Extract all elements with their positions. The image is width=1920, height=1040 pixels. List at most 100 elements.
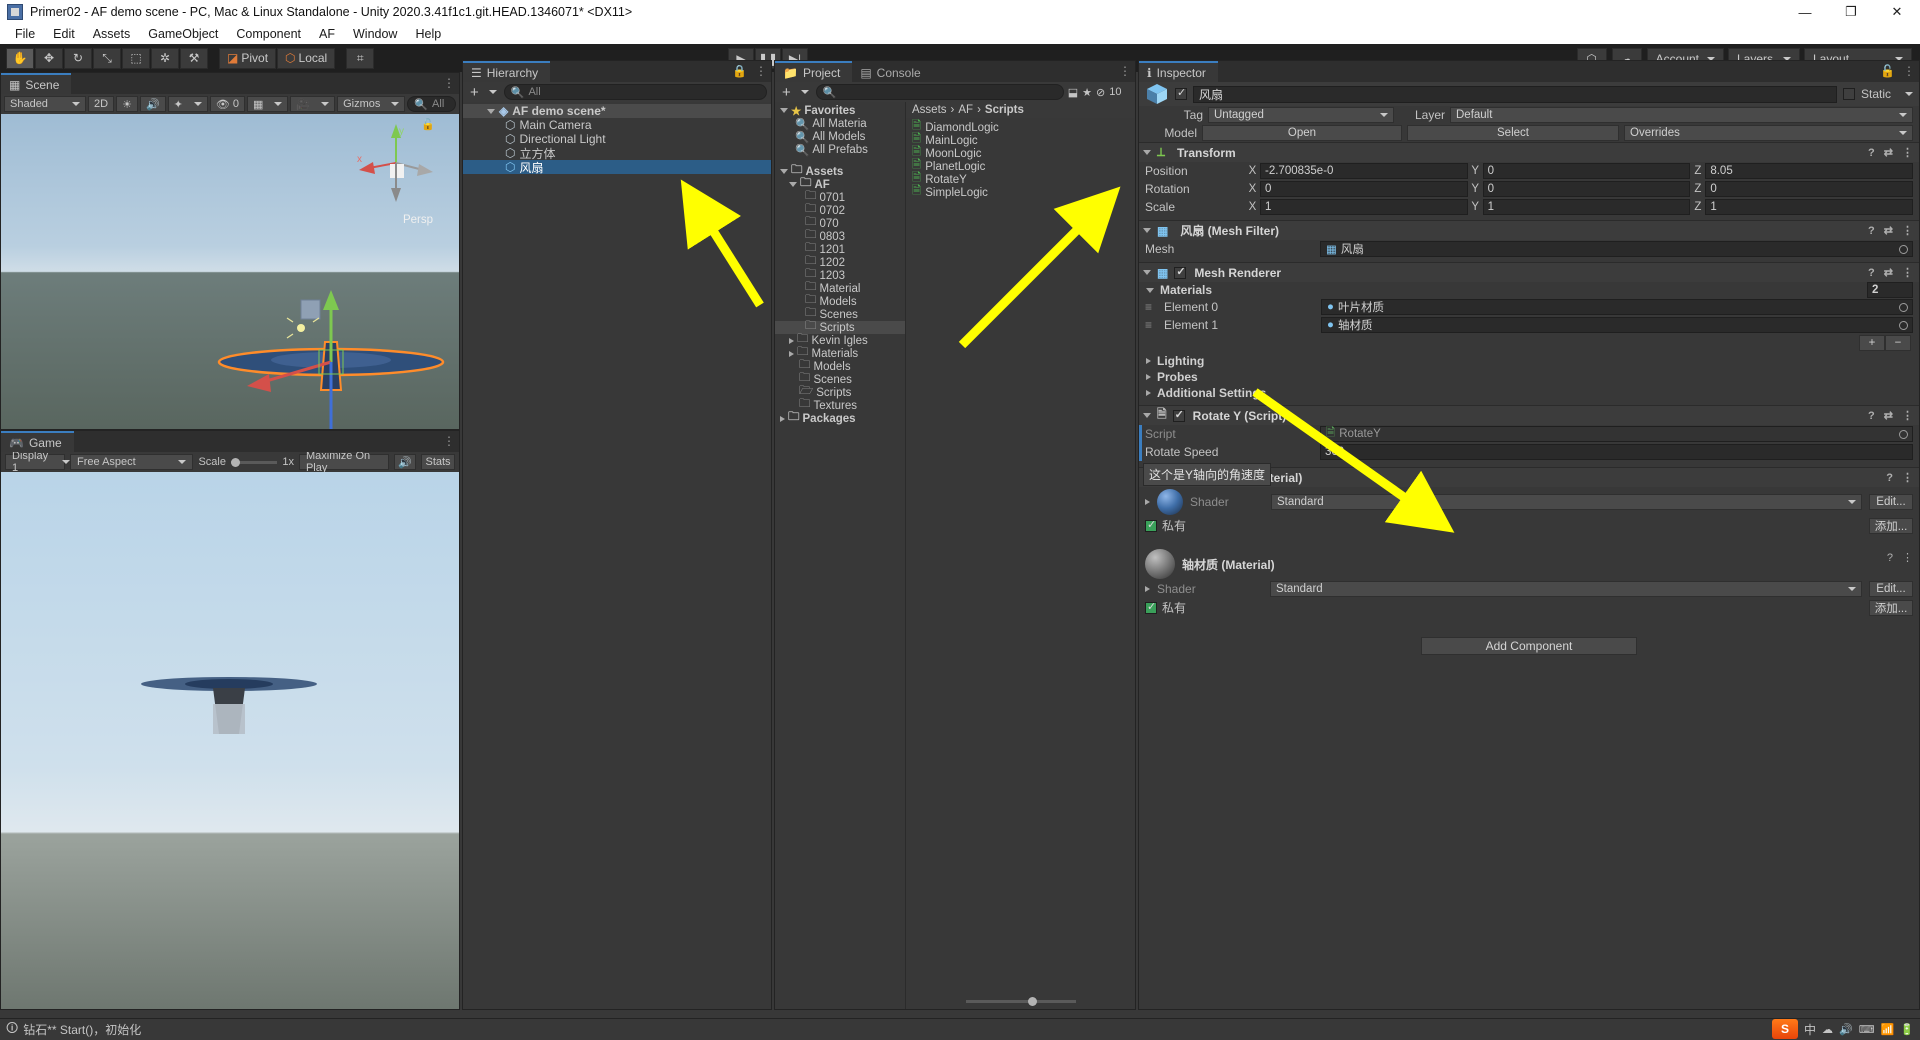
breadcrumb-assets[interactable]: Assets — [912, 104, 947, 116]
chevron-down-icon[interactable] — [789, 182, 797, 187]
scene-audio-icon[interactable]: 🔊 — [139, 96, 166, 112]
package-filter-icon[interactable]: ⊘ — [1096, 86, 1105, 99]
chevron-right-icon[interactable] — [1145, 499, 1150, 505]
project-tree-0701[interactable]: 🗀 0701 — [775, 190, 905, 204]
additional-settings-foldout[interactable]: Additional Settings — [1139, 385, 1919, 401]
tab-game[interactable]: 🎮 Game — [1, 431, 74, 452]
preset-icon[interactable]: ⇄ — [1884, 409, 1893, 422]
maximize-button[interactable]: ❐ — [1828, 0, 1874, 24]
lock-icon[interactable]: 🔓 — [1880, 64, 1895, 78]
tag-dropdown[interactable]: Untagged — [1208, 107, 1394, 123]
mute-audio-icon[interactable]: 🔊 — [394, 454, 417, 470]
grid-snap-icon[interactable]: ⌗ — [346, 47, 375, 69]
display-dropdown[interactable]: Display 1 — [5, 450, 71, 474]
remove-material-button[interactable]: − — [1885, 335, 1911, 351]
kebab-menu-icon[interactable]: ⋮ — [1903, 64, 1915, 78]
kebab-menu-icon[interactable]: ⋮ — [1902, 146, 1913, 159]
menu-item-gameobject[interactable]: GameObject — [139, 24, 227, 44]
element-0-object-field[interactable]: ● 叶片材质 — [1321, 299, 1913, 315]
project-add-button[interactable]: + — [779, 84, 812, 101]
battery-tray-icon[interactable]: 🔋 — [1900, 1023, 1914, 1036]
chevron-down-icon[interactable] — [1146, 287, 1154, 293]
project-tree-assets[interactable]: 🗀 Assets — [775, 164, 905, 178]
rotate-tool-icon[interactable]: ↻ — [64, 47, 92, 69]
aspect-dropdown[interactable]: Free Aspect — [70, 454, 194, 470]
shader-dropdown-0[interactable]: Standard — [1271, 494, 1862, 510]
kebab-menu-icon[interactable]: ⋮ — [443, 434, 455, 448]
project-search-input[interactable]: 🔍 — [815, 84, 1064, 100]
chevron-down-icon[interactable] — [780, 108, 788, 113]
help-icon[interactable]: ? — [1868, 410, 1875, 422]
position-y-input[interactable]: 0 — [1482, 163, 1691, 179]
private-checkbox-1[interactable] — [1145, 600, 1157, 614]
scale-x-input[interactable]: 1 — [1260, 199, 1468, 215]
thumbnail-size-slider-knob[interactable] — [1027, 996, 1037, 1006]
asset-item-simplelogic[interactable]: 🗎 SimpleLogic — [906, 185, 1135, 199]
scene-viewport[interactable]: y x 🔓 Persp — [1, 114, 459, 429]
chevron-right-icon[interactable] — [780, 415, 785, 422]
hierarchy-item-main-camera[interactable]: ⬡ Main Camera — [463, 118, 771, 132]
add-material-button[interactable]: + — [1859, 335, 1885, 351]
chevron-down-icon[interactable] — [1143, 150, 1151, 155]
thumbnail-size-slider[interactable] — [965, 996, 1076, 1006]
filter-by-type-icon[interactable]: ⬓ — [1068, 86, 1078, 99]
preset-icon[interactable]: ⇄ — [1884, 224, 1893, 237]
mesh-object-field[interactable]: ▦ 风扇 — [1320, 241, 1913, 257]
help-icon[interactable]: ? — [1868, 147, 1875, 159]
chevron-down-icon[interactable] — [1905, 92, 1913, 96]
model-open-button[interactable]: Open — [1202, 125, 1402, 141]
cloud-tray-icon[interactable]: ☁ — [1822, 1023, 1833, 1036]
scale-slider-knob[interactable] — [230, 457, 240, 467]
overrides-dropdown[interactable]: Overrides — [1624, 125, 1913, 141]
scene-grid-dropdown[interactable]: ▦ — [246, 96, 289, 112]
kebab-menu-icon[interactable]: ⋮ — [755, 64, 767, 78]
project-asset-list[interactable]: Assets › AF › Scripts 🗎 DiamondLogic 🗎 M… — [905, 102, 1135, 1009]
breadcrumb-af[interactable]: AF — [958, 104, 973, 116]
kebab-menu-icon[interactable]: ⋮ — [1119, 64, 1131, 78]
asset-item-diamondlogic[interactable]: 🗎 DiamondLogic — [906, 120, 1135, 134]
scene-visibility-count[interactable]: 👁 0 — [209, 96, 245, 112]
asset-item-moonlogic[interactable]: 🗎 MoonLogic — [906, 146, 1135, 160]
lock-icon[interactable]: 🔒 — [732, 64, 747, 78]
object-picker-icon[interactable] — [1899, 302, 1908, 312]
menu-item-component[interactable]: Component — [227, 24, 310, 44]
project-tree-packages[interactable]: 🗀 Packages — [775, 411, 905, 425]
kebab-menu-icon[interactable]: ⋮ — [1902, 551, 1913, 564]
shader-edit-button-1[interactable]: Edit... — [1869, 581, 1913, 597]
private-checkbox-0[interactable] — [1145, 518, 1157, 532]
project-tree-materials[interactable]: 🗀 Materials — [775, 346, 905, 360]
scene-search-input[interactable]: 🔍 All — [407, 96, 456, 112]
materials-foldout[interactable]: Materials 2 — [1139, 282, 1919, 298]
component-header-mesh-filter[interactable]: ▦ 风扇 (Mesh Filter) ? ⇄ ⋮ — [1139, 220, 1919, 240]
tab-project[interactable]: 📁 Project — [775, 61, 853, 82]
model-select-button[interactable]: Select — [1407, 125, 1619, 141]
object-picker-icon[interactable] — [1899, 320, 1908, 330]
component-header-mesh-renderer[interactable]: ▦ Mesh Renderer ? ⇄ ⋮ — [1139, 262, 1919, 282]
gizmos-dropdown[interactable]: Gizmos — [337, 96, 406, 112]
project-tree-scripts[interactable]: 🗁 Scripts — [775, 385, 905, 399]
menu-item-edit[interactable]: Edit — [44, 24, 84, 44]
tab-scene[interactable]: ▦ Scene — [1, 73, 72, 94]
project-tree-0803[interactable]: 🗀 0803 — [775, 229, 905, 243]
mesh-renderer-enabled-checkbox[interactable] — [1174, 265, 1187, 279]
component-header-rotate-y[interactable]: 🗎 Rotate Y (Script) ? ⇄ ⋮ — [1139, 405, 1919, 425]
drag-handle-icon[interactable]: ≡ — [1145, 300, 1159, 314]
kebab-menu-icon[interactable]: ⋮ — [1902, 266, 1913, 279]
kebab-menu-icon[interactable]: ⋮ — [1902, 224, 1913, 237]
chevron-right-icon[interactable] — [1146, 390, 1151, 396]
hierarchy-add-button[interactable]: + — [467, 84, 500, 101]
add-component-button[interactable]: Add Component — [1421, 637, 1637, 655]
chevron-down-icon[interactable] — [1143, 228, 1151, 233]
game-viewport[interactable] — [1, 472, 459, 1009]
breadcrumb-scripts[interactable]: Scripts — [985, 104, 1024, 116]
scale-z-input[interactable]: 1 — [1705, 199, 1914, 215]
drag-handle-icon[interactable]: ≡ — [1145, 318, 1159, 332]
project-tree-scripts-af[interactable]: 🗀 Scripts — [775, 320, 905, 334]
rotate-y-enabled-checkbox[interactable] — [1172, 408, 1185, 422]
scene-lighting-icon[interactable]: ☀ — [116, 96, 138, 112]
tab-hierarchy[interactable]: ☰ Hierarchy — [463, 61, 551, 82]
status-message[interactable]: 钻石** Start()，初始化 — [23, 1021, 141, 1038]
network-tray-icon[interactable]: 📶 — [1881, 1023, 1895, 1036]
help-icon[interactable]: ? — [1887, 552, 1893, 564]
project-tree-scenes-af[interactable]: 🗀 Scenes — [775, 307, 905, 321]
